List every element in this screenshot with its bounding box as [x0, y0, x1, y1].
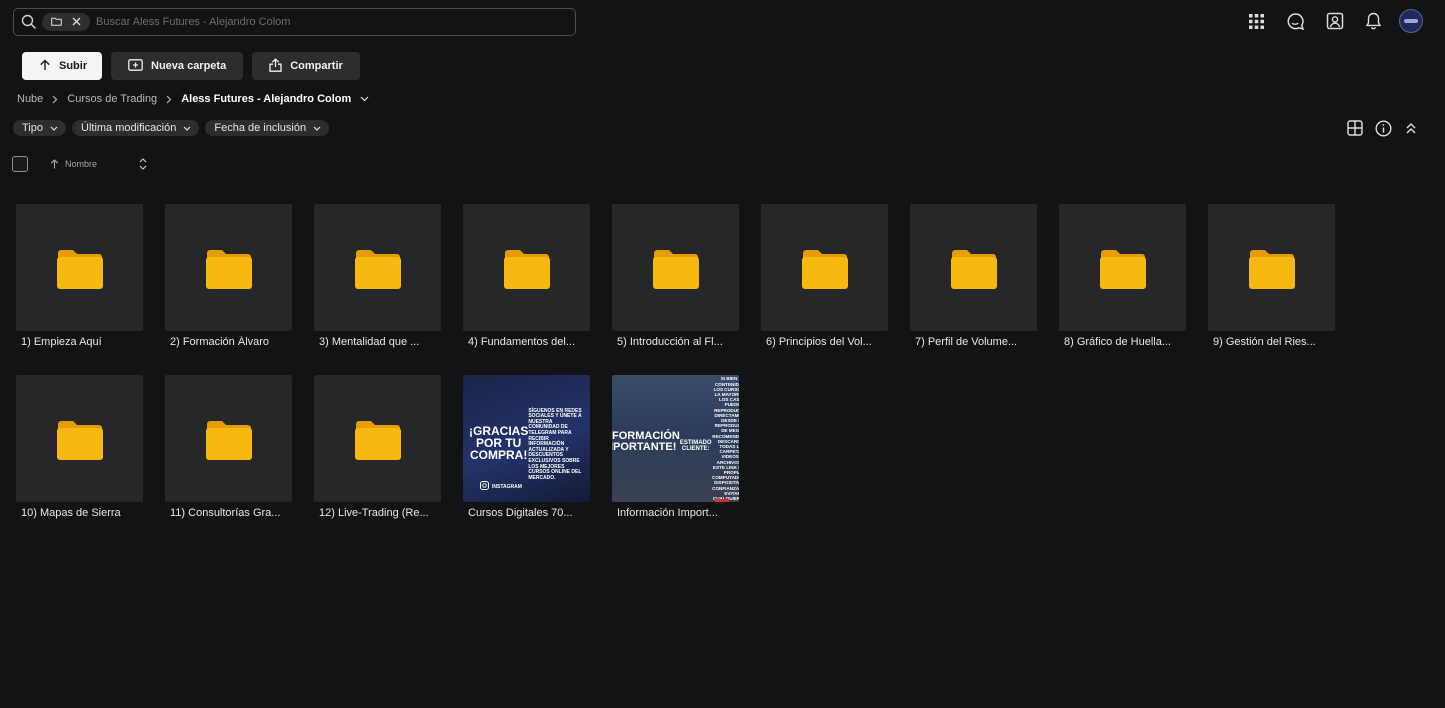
- folder-tile[interactable]: 9) Gestión del Ries...: [1208, 204, 1335, 350]
- chevron-right-icon: [52, 95, 58, 104]
- filter-type-label: Tipo: [22, 122, 43, 134]
- folder-name: 4) Fundamentos del...: [468, 336, 576, 348]
- apps-grid-icon[interactable]: [1237, 8, 1276, 34]
- folder-scope-chip[interactable]: [42, 13, 90, 31]
- folder-tile[interactable]: 3) Mentalidad que ...: [314, 204, 441, 350]
- close-icon[interactable]: [72, 15, 81, 29]
- sort-toggle-icon[interactable]: [139, 158, 147, 170]
- share-label: Compartir: [290, 60, 343, 72]
- file-name: Cursos Digitales 70...: [468, 507, 573, 519]
- folder-icon: [51, 15, 62, 29]
- grid-view-icon[interactable]: [1345, 118, 1365, 138]
- toolbar: Subir Nueva carpeta Compartir: [22, 52, 360, 80]
- folder-tile[interactable]: 2) Formación Álvaro: [165, 204, 292, 350]
- folder-icon: [1248, 249, 1295, 289]
- image-tile[interactable]: ¡GRACIAS POR TU COMPRA! SÍGUENOS EN REDE…: [463, 375, 590, 521]
- chat-icon[interactable]: [1276, 8, 1315, 34]
- folder-tile[interactable]: 12) Live-Trading (Re...: [314, 375, 441, 521]
- instagram-badge: INSTAGRAM: [480, 481, 522, 492]
- contacts-icon[interactable]: [1315, 8, 1354, 34]
- filter-bar: Tipo Última modificación Fecha de inclus…: [13, 120, 330, 136]
- folder-name: 10) Mapas de Sierra: [21, 507, 121, 519]
- instagram-label: INSTAGRAM: [492, 483, 522, 490]
- search-bar[interactable]: [13, 8, 576, 36]
- folder-name: 2) Formación Álvaro: [170, 336, 270, 348]
- share-icon: [269, 57, 282, 75]
- folder-icon: [503, 249, 550, 289]
- filter-last-modified-label: Última modificación: [81, 122, 177, 134]
- folder-icon: [652, 249, 699, 289]
- folder-name: 1) Empieza Aquí: [21, 336, 102, 348]
- top-actions: [1237, 8, 1423, 34]
- folder-name: 9) Gestión del Ries...: [1213, 336, 1316, 348]
- view-controls: [1345, 118, 1421, 138]
- folder-icon: [205, 420, 252, 460]
- chevron-down-icon: [183, 122, 191, 134]
- new-folder-label: Nueva carpeta: [151, 60, 227, 72]
- folder-icon: [801, 249, 848, 289]
- red-accent: [715, 499, 729, 502]
- folder-name: 5) Introducción al Fl...: [617, 336, 723, 348]
- new-folder-button[interactable]: Nueva carpeta: [111, 52, 244, 80]
- folder-icon: [56, 420, 103, 460]
- folder-name: 7) Perfil de Volume...: [915, 336, 1018, 348]
- info-icon[interactable]: [1373, 118, 1393, 138]
- folder-tile[interactable]: 1) Empieza Aquí: [16, 204, 143, 350]
- folder-name: 6) Principios del Vol...: [766, 336, 872, 348]
- folder-tile[interactable]: 8) Gráfico de Huella...: [1059, 204, 1186, 350]
- filter-date-added[interactable]: Fecha de inclusión: [205, 120, 330, 136]
- avatar[interactable]: [1399, 9, 1423, 33]
- folder-icon: [354, 420, 401, 460]
- chevron-right-icon: [166, 95, 172, 104]
- filter-type[interactable]: Tipo: [13, 120, 66, 136]
- promo-body: SÍGUENOS EN REDES SOCIALES Y ÚNETE A NUE…: [528, 407, 582, 481]
- folder-icon: [56, 249, 103, 289]
- list-header: Nombre: [12, 156, 147, 172]
- folder-tile[interactable]: 4) Fundamentos del...: [463, 204, 590, 350]
- breadcrumb-item-cloud[interactable]: Nube: [17, 93, 43, 105]
- folder-icon: [354, 249, 401, 289]
- upload-button[interactable]: Subir: [22, 52, 102, 80]
- promo-thumbnail: ¡GRACIAS POR TU COMPRA! SÍGUENOS EN REDE…: [463, 375, 590, 502]
- folder-icon: [950, 249, 997, 289]
- chevron-down-icon: [50, 122, 58, 134]
- folder-tile[interactable]: 11) Consultorías Gra...: [165, 375, 292, 521]
- breadcrumb-current[interactable]: Aless Futures - Alejandro Colom: [181, 93, 351, 105]
- search-icon[interactable]: [14, 9, 44, 35]
- share-button[interactable]: Compartir: [252, 52, 360, 80]
- breadcrumb-item-trading-courses[interactable]: Cursos de Trading: [67, 93, 157, 105]
- collapse-icon[interactable]: [1401, 118, 1421, 138]
- folder-tile[interactable]: 6) Principios del Vol...: [761, 204, 888, 350]
- instagram-icon: [480, 481, 489, 492]
- select-all-checkbox[interactable]: [12, 156, 28, 172]
- image-tile[interactable]: ¡INFORMACIÓN IMPORTANTE! ESTIMADO CLIENT…: [612, 375, 739, 521]
- arrow-up-icon[interactable]: [50, 159, 59, 169]
- info-subheading: ESTIMADO CLIENTE:: [679, 440, 712, 452]
- info-thumbnail: ¡INFORMACIÓN IMPORTANTE! ESTIMADO CLIENT…: [612, 375, 739, 502]
- chevron-down-icon[interactable]: [360, 96, 369, 102]
- folder-icon: [1099, 249, 1146, 289]
- filter-last-modified[interactable]: Última modificación: [72, 120, 200, 136]
- folder-plus-icon: [128, 58, 143, 74]
- file-name: Información Import...: [617, 507, 718, 519]
- name-column-header[interactable]: Nombre: [65, 159, 125, 169]
- bell-icon[interactable]: [1354, 8, 1393, 34]
- folder-name: 3) Mentalidad que ...: [319, 336, 420, 348]
- folder-tile[interactable]: 7) Perfil de Volume...: [910, 204, 1037, 350]
- arrow-up-icon: [39, 59, 51, 74]
- folder-icon: [205, 249, 252, 289]
- folder-name: 12) Live-Trading (Re...: [319, 507, 429, 519]
- breadcrumb: Nube Cursos de Trading Aless Futures - A…: [17, 93, 378, 105]
- promo-heading: ¡GRACIAS POR TU COMPRA!: [469, 423, 529, 462]
- folder-tile[interactable]: 10) Mapas de Sierra: [16, 375, 143, 521]
- folder-tile[interactable]: 5) Introducción al Fl...: [612, 204, 739, 350]
- folder-name: 11) Consultorías Gra...: [170, 507, 281, 519]
- search-input[interactable]: [90, 16, 575, 28]
- filter-date-added-label: Fecha de inclusión: [214, 122, 307, 134]
- info-heading: ¡INFORMACIÓN IMPORTANTE!: [612, 429, 680, 453]
- info-body: SI BIEN EL CONTENIDO DE LOS CURSOS EN LA…: [712, 376, 739, 502]
- upload-label: Subir: [59, 60, 88, 72]
- folder-name: 8) Gráfico de Huella...: [1064, 336, 1171, 348]
- chevron-down-icon: [313, 122, 321, 134]
